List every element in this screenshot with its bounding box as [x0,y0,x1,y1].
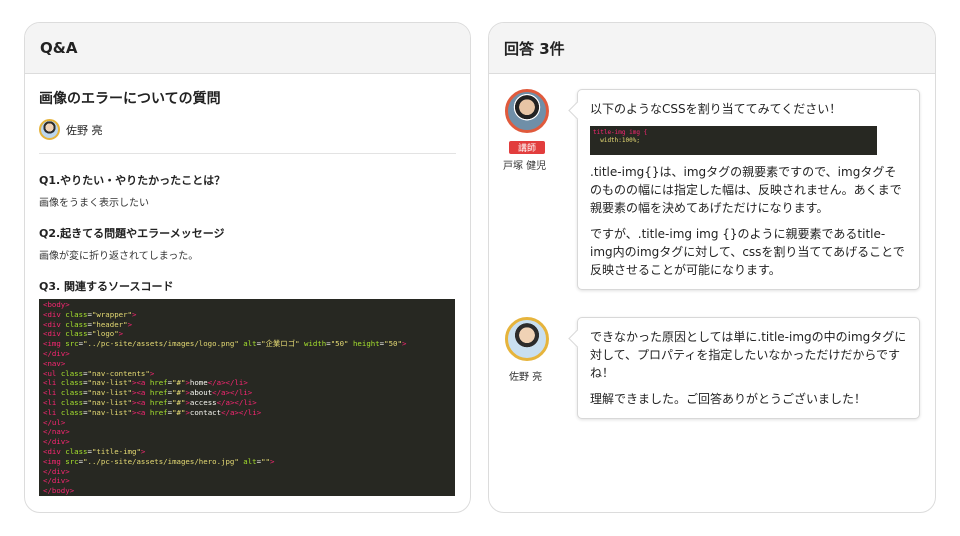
author-name: 佐野 亮 [66,123,103,137]
q2-text: 画像が変に折り返されてしまった。 [39,251,199,262]
answer2-text: できなかった原因としては単に.title-imgの中のimgタグに対して、プロパ… [590,330,907,380]
code-line: </div> [43,437,70,447]
answer1-intro: 以下のようなCSSを割り当ててみてください！ [590,102,842,116]
q1-text: 画像をうまく表示したい [39,198,149,209]
source-code-block[interactable]: <body> <div class="wrapper"> <div class="h… [39,299,455,496]
code-line: <img src="../pc-site/assets/images/hero.… [43,456,275,466]
answer1-explanation: .title-img{}は、imgタグの親要素ですので、imgタグそのものの幅に… [590,165,902,215]
teacher-avatar[interactable] [505,89,549,133]
q3-label: Q3. 関連するソースコード [39,280,174,293]
teacher-name: 戸塚 健児 [503,161,547,172]
avatar [39,119,60,140]
divider [39,153,456,154]
q1-label: Q1.やりたい・やりたかったことは？ [39,174,226,187]
code-line: <nav> [43,358,66,368]
code-line: <li class="nav-list"><a href="#">access<… [43,397,257,407]
code-line: </nav> [43,427,70,437]
code-line: </div> [43,348,70,358]
answer-bubble-student: できなかった原因としては単に.title-imgの中のimgタグに対して、プロパ… [577,317,920,419]
code-line: </ul> [43,417,66,427]
answers-panel-header: 回答 3件 [489,23,935,74]
code-line: <div class="wrapper"> [43,309,137,319]
qa-content: 画像のエラーについての質問 佐野 亮 Q1.やりたい・やりたかったことは？ 画像… [24,22,471,513]
student-name: 佐野 亮 [509,372,543,383]
answer-bubble-teacher: 以下のようなCSSを割り当ててみてください！ title-img img { w… [577,89,920,290]
code-line: <div class="logo"> [43,329,124,339]
code-line: <ul class="nav-contents"> [43,368,155,378]
code-line: </body> [43,486,75,496]
code-line: </div> [43,476,70,486]
css-code-line: title-img img { [593,129,648,136]
css-code-line: width:100%; [593,137,640,144]
css-code-snippet[interactable]: title-img img { width:100%; [590,126,877,155]
code-line: <div class="header"> [43,319,133,329]
code-line: <li class="nav-list"><a href="#">home</a… [43,378,248,388]
code-line: <li class="nav-list"><a href="#">contact… [43,407,262,417]
code-line: <li class="nav-list"><a href="#">about</… [43,388,253,398]
answer1-solution: ですが、.title-img img {}のように親要素であるtitle-img… [590,227,905,277]
question-author[interactable]: 佐野 亮 [39,119,103,140]
code-line: </div> [43,466,70,476]
answers-panel: 回答 3件 講師 戸塚 健児 以下のようなCSSを割り当ててみてください！ ti… [488,22,936,513]
student-avatar[interactable] [505,317,549,361]
teacher-badge: 講師 [509,141,545,154]
code-line: <body> [43,300,70,309]
question-title: 画像のエラーについての質問 [39,91,221,107]
code-line: <div class="title-img"> [43,446,146,456]
answer2-thanks: 理解できました。ご回答ありがとうございました！ [590,392,867,406]
code-line: <img src="../pc-site/assets/images/logo.… [43,339,407,349]
q2-label: Q2.起きてる問題やエラーメッセージ [39,227,225,240]
